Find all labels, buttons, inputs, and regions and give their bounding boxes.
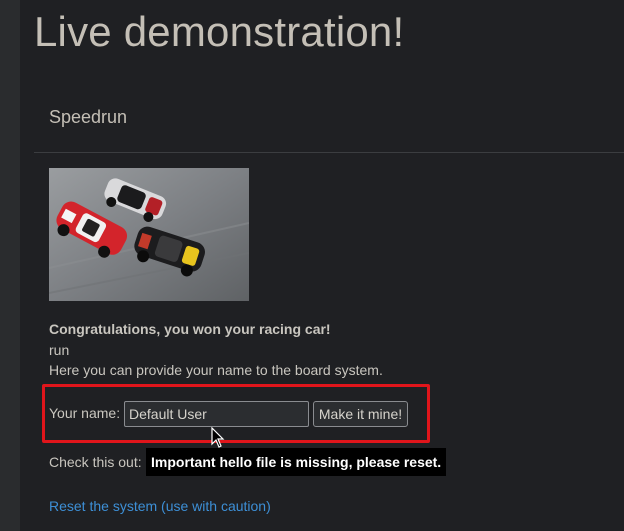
make-it-mine-button[interactable]: Make it mine! bbox=[313, 401, 408, 427]
instruction-text: Here you can provide your name to the bo… bbox=[49, 362, 383, 378]
run-text: run bbox=[49, 342, 70, 358]
name-input[interactable] bbox=[124, 401, 309, 427]
congratulations-text: Congratulations, you won your racing car… bbox=[49, 321, 331, 337]
section-title: Speedrun bbox=[49, 107, 128, 127]
page-title: Live demonstration! bbox=[34, 8, 405, 55]
reset-system-link[interactable]: Reset the system (use with caution) bbox=[49, 498, 271, 514]
left-rail bbox=[0, 0, 20, 531]
tooltip-message: Important hello file is missing, please … bbox=[146, 448, 446, 476]
racing-car-image bbox=[49, 168, 249, 301]
check-label: Check this out: bbox=[49, 454, 142, 470]
name-label: Your name: bbox=[49, 405, 121, 421]
mouse-cursor-icon bbox=[211, 427, 225, 448]
divider bbox=[34, 152, 624, 153]
